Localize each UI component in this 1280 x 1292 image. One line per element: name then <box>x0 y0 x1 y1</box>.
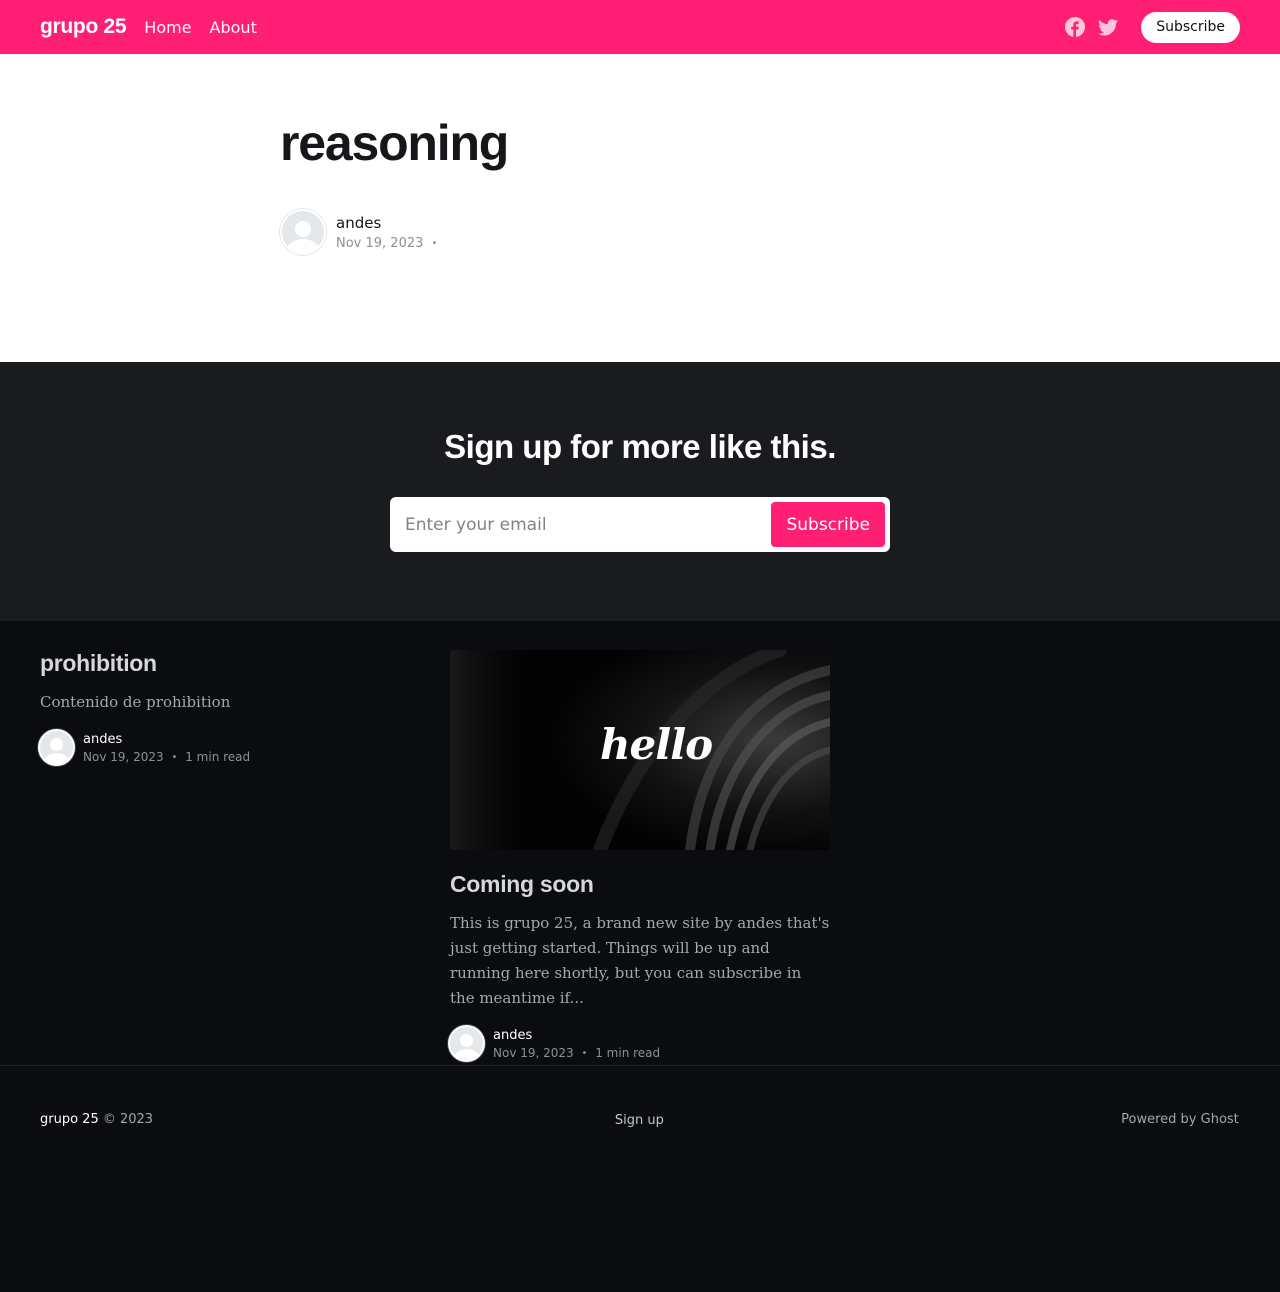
meta-separator: • <box>171 751 178 763</box>
author-name[interactable]: andes <box>493 1028 660 1043</box>
post-date: Nov 19, 2023 <box>493 1045 574 1060</box>
copyright-text: © 2023 <box>102 1112 154 1127</box>
read-time: 1 min read <box>595 1045 661 1060</box>
footer-copyright: grupo 25 © 2023 <box>40 1112 440 1128</box>
post-meta: andes Nov 19, 2023 • 1 min read <box>448 1025 830 1062</box>
post-meta: andes Nov 19, 2023 • 1 min read <box>38 729 410 766</box>
post-excerpt: Contenido de prohibition <box>40 693 231 711</box>
meta-separator: • <box>581 1047 588 1059</box>
post-card[interactable]: hello Coming soon This is grupo 25, a br… <box>448 650 830 1065</box>
author-avatar[interactable] <box>280 209 326 255</box>
facebook-icon[interactable] <box>1064 16 1086 38</box>
avatar-placeholder-icon <box>460 1034 473 1047</box>
post-title[interactable]: Coming soon <box>450 871 830 898</box>
article-byline: andes Nov 19, 2023 • <box>280 209 1280 255</box>
post-feature-image[interactable]: hello <box>450 650 830 850</box>
author-name[interactable]: andes <box>336 214 441 232</box>
author-name[interactable]: andes <box>83 732 250 747</box>
header-actions: Subscribe <box>1064 11 1240 43</box>
meta-separator: • <box>431 237 438 249</box>
nav-item-home[interactable]: Home <box>144 18 191 37</box>
footer-brand-link[interactable]: grupo 25 <box>40 1112 99 1127</box>
author-avatar[interactable] <box>448 1025 485 1062</box>
read-time: 1 min read <box>185 749 251 764</box>
email-input[interactable] <box>405 514 772 535</box>
twitter-icon[interactable] <box>1097 16 1119 38</box>
article-date: Nov 19, 2023 <box>336 235 424 251</box>
avatar-placeholder-body <box>453 1049 480 1060</box>
article-title: reasoning <box>280 115 509 171</box>
signup-form: Subscribe <box>390 497 890 552</box>
cta-title: Sign up for more like this. <box>444 428 836 465</box>
powered-by-ghost-link[interactable]: Powered by Ghost <box>1121 1112 1239 1127</box>
avatar-placeholder-body <box>43 753 70 764</box>
footer-powered: Powered by Ghost <box>839 1112 1239 1128</box>
footer-nav: Sign up <box>440 1112 840 1128</box>
byline-meta: andes Nov 19, 2023 • <box>336 214 441 251</box>
post-feed: prohibition Contenido de prohibition and… <box>0 621 1280 1066</box>
avatar-placeholder-body <box>286 239 320 253</box>
footer-signup-link[interactable]: Sign up <box>615 1113 664 1128</box>
nav-item-about[interactable]: About <box>210 18 257 37</box>
post-card[interactable]: prohibition Contenido de prohibition and… <box>38 650 410 1065</box>
byline-meta: andes Nov 19, 2023 • 1 min read <box>83 732 250 764</box>
site-logo[interactable]: grupo 25 <box>40 15 127 39</box>
post-date-row: Nov 19, 2023 • 1 min read <box>493 1046 660 1060</box>
post-excerpt: This is grupo 25, a brand new site by an… <box>450 914 830 1007</box>
site-footer: grupo 25 © 2023 Sign up Powered by Ghost <box>0 1066 1280 1128</box>
signup-cta: Sign up for more like this. Subscribe <box>0 362 1280 621</box>
post-title[interactable]: prohibition <box>40 650 410 677</box>
site-header: grupo 25 Home About Subscribe <box>0 0 1280 54</box>
avatar-placeholder-icon <box>295 221 311 237</box>
post-date: Nov 19, 2023 <box>83 749 164 764</box>
article-date-row: Nov 19, 2023 • <box>336 236 441 251</box>
cta-subscribe-button[interactable]: Subscribe <box>771 502 885 547</box>
feature-image-text: hello <box>600 720 713 769</box>
post-date-row: Nov 19, 2023 • 1 min read <box>83 750 250 764</box>
header-subscribe-button[interactable]: Subscribe <box>1141 11 1240 43</box>
main-nav: Home About <box>144 18 275 37</box>
avatar-placeholder-icon <box>50 738 63 751</box>
byline-meta: andes Nov 19, 2023 • 1 min read <box>493 1028 660 1060</box>
author-avatar[interactable] <box>38 729 75 766</box>
article-header: reasoning andes Nov 19, 2023 • <box>0 54 1280 362</box>
